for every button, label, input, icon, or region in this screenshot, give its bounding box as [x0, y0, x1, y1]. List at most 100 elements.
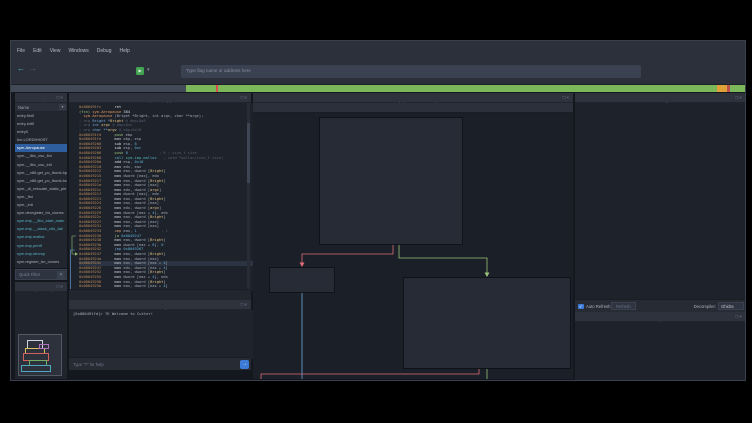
- function-list-item[interactable]: entry0: [15, 128, 67, 136]
- code-segment: cmp: [101, 229, 121, 233]
- code-segment: dword [eax +: [121, 243, 152, 247]
- decompiler-toolbar: ✓ Auto Refresh Refresh Decompiler: Ghidr…: [575, 299, 746, 312]
- refresh-button[interactable]: Refresh: [611, 302, 636, 310]
- omnibox-input[interactable]: Type flag name or address here: [181, 65, 641, 78]
- menu-item-debug[interactable]: Debug: [97, 48, 112, 54]
- functions-column-header[interactable]: Name ▾: [15, 103, 67, 112]
- auto-refresh-checkbox[interactable]: ✓: [578, 304, 584, 310]
- close-icon[interactable]: ×: [739, 314, 743, 319]
- function-list-item[interactable]: sym.__libc_csu_fini: [15, 152, 67, 160]
- jump-arrows: [69, 103, 79, 289]
- console-input[interactable]: Type "?" for help →: [69, 357, 251, 370]
- omnibox-placeholder: Type flag name or address here: [181, 65, 641, 73]
- function-list-item[interactable]: sym.deregister_tm_clones: [15, 209, 67, 217]
- code-segment: char **: [92, 128, 108, 132]
- hexdump-panel-title[interactable]: Hexdump □×: [575, 312, 746, 322]
- function-list-item[interactable]: sym.__x86.get_pc_thunk.bx: [15, 177, 67, 185]
- graph-overview-minimap[interactable]: [15, 292, 67, 379]
- decompiler-panel-title[interactable]: Decompiler □×: [575, 93, 746, 103]
- close-icon[interactable]: ×: [60, 95, 64, 100]
- menu-item-file[interactable]: File: [17, 48, 25, 54]
- close-icon[interactable]: ×: [244, 95, 248, 100]
- dock-area: Functions □× Name ▾ entry.fini0entry.ini…: [11, 92, 746, 381]
- screen-background: File Edit View Windows Debug Help ← → ▶ ▾ Typ…: [0, 0, 752, 423]
- nav-bar-segment[interactable]: [717, 85, 727, 92]
- function-list-item[interactable]: sym.imp.printf: [15, 242, 67, 250]
- close-icon[interactable]: ×: [244, 302, 248, 307]
- close-icon[interactable]: ×: [60, 284, 64, 289]
- decompiler-select[interactable]: Ghidra: [718, 302, 744, 310]
- code-segment: mov: [101, 188, 121, 192]
- console-panel-title[interactable]: Console □×: [69, 300, 251, 310]
- code-segment: ]: [163, 197, 165, 201]
- function-list-item[interactable]: sym.register_tm_clones: [15, 258, 67, 266]
- send-command-icon[interactable]: →: [240, 360, 249, 369]
- code-segment: jmp: [101, 247, 121, 251]
- function-list-item[interactable]: sym.imp.__stack_chk_fail: [15, 225, 67, 233]
- function-list-item[interactable]: sym.imp.malloc: [15, 233, 67, 241]
- code-segment: mov: [101, 257, 121, 261]
- menu-item-windows[interactable]: Windows: [68, 48, 88, 54]
- function-list-item[interactable]: fcn.LORDHH0ST: [15, 136, 67, 144]
- memory-nav-bar[interactable]: [11, 85, 746, 92]
- quick-filter-input[interactable]: Quick Filter ×: [15, 269, 67, 280]
- function-list-item[interactable]: sym.Aeropause: [15, 144, 67, 152]
- graph-node-false-branch[interactable]: [269, 267, 335, 293]
- code-segment: 0x08049238: [79, 238, 101, 242]
- code-segment: 8: [135, 142, 137, 146]
- code-segment: ]: [166, 284, 168, 288]
- code-segment: Bright: [150, 270, 163, 274]
- code-segment: Bright *: [92, 119, 110, 123]
- nav-bar-segment[interactable]: [727, 85, 730, 92]
- graph-node-true-branch[interactable]: [403, 277, 571, 369]
- graph-node-entry[interactable]: [319, 117, 463, 245]
- function-list-item[interactable]: entry.fini0: [15, 112, 67, 120]
- chevron-down-icon[interactable]: ▾: [59, 104, 66, 110]
- nav-bar-segment[interactable]: [11, 85, 186, 92]
- code-segment: eax, dword [: [121, 280, 150, 284]
- code-segment: 0x08049224: [79, 201, 101, 205]
- chevron-down-icon[interactable]: ▾: [147, 67, 150, 73]
- code-segment: sub: [101, 142, 121, 146]
- scrollbar-thumb[interactable]: [247, 123, 250, 183]
- code-segment: 0x8049247: [119, 234, 141, 238]
- code-segment: mov: [101, 275, 121, 279]
- clear-filter-icon[interactable]: ×: [57, 271, 65, 279]
- code-segment: dword [eax], edx: [121, 192, 159, 196]
- function-list-item[interactable]: sym._dl_relocate_static_pie: [15, 185, 67, 193]
- function-list-item[interactable]: sym.imp.strcmp: [15, 250, 67, 258]
- function-list-item[interactable]: entry.init0: [15, 120, 67, 128]
- menu-item-edit[interactable]: Edit: [33, 48, 42, 54]
- function-list-item[interactable]: sym.__x86.get_pc_thunk.bp: [15, 169, 67, 177]
- code-segment: eax, dword [eax +: [121, 261, 163, 265]
- code-segment: eax, dword [: [121, 169, 150, 173]
- code-segment: mov: [101, 252, 121, 256]
- function-list-item[interactable]: sym._init: [15, 201, 67, 209]
- graph-canvas[interactable]: [253, 113, 573, 379]
- run-icon[interactable]: ▶: [136, 67, 144, 75]
- nav-bar-segment[interactable]: [186, 85, 746, 92]
- disassembly-panel-title[interactable]: Disassembly □×: [69, 93, 251, 103]
- code-segment: 0x08049226: [79, 206, 101, 210]
- function-list-item[interactable]: sym.imp.__libc_start_main: [15, 217, 67, 225]
- back-icon[interactable]: ←: [17, 62, 25, 76]
- close-icon[interactable]: ×: [739, 95, 743, 100]
- graph-overview-panel-title[interactable]: Graph Overview □×: [15, 282, 67, 292]
- code-segment: 0x10: [135, 160, 144, 164]
- disassembly-scrollbar[interactable]: [247, 103, 250, 289]
- code-segment: 0x08049200: [79, 142, 101, 146]
- graph-panel-title[interactable]: Graph (sym.Aeropause) □×: [253, 93, 573, 103]
- code-segment: 0x0804924c: [79, 261, 101, 265]
- function-list-item[interactable]: sym.__libc_csu_init: [15, 161, 67, 169]
- code-segment: dword [eax +: [121, 275, 152, 279]
- code-segment: mov: [101, 238, 121, 242]
- code-segment: 0x08049233: [79, 229, 101, 233]
- nav-bar-segment[interactable]: [216, 85, 218, 92]
- menu-item-view[interactable]: View: [50, 48, 61, 54]
- code-segment: argv: [150, 206, 159, 210]
- function-list-item[interactable]: sym._fini: [15, 193, 67, 201]
- close-icon[interactable]: ×: [566, 95, 570, 100]
- forward-icon[interactable]: →: [29, 62, 37, 76]
- functions-panel-title[interactable]: Functions □×: [15, 93, 67, 103]
- menu-item-help[interactable]: Help: [119, 48, 129, 54]
